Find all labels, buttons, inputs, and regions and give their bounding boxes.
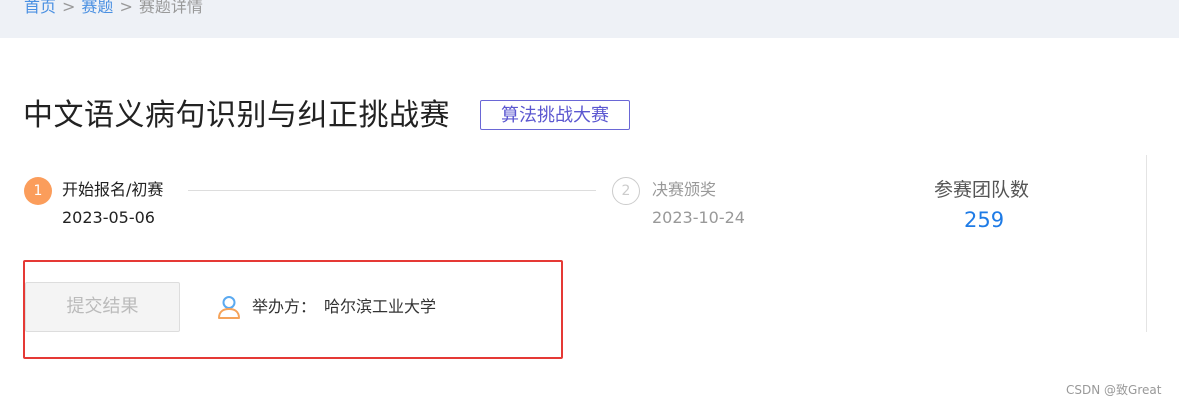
step-1-label: 开始报名/初赛 <box>62 180 164 199</box>
competition-type-tag: 算法挑战大赛 <box>480 100 630 130</box>
team-count-label: 参赛团队数 <box>934 179 1030 201</box>
submit-results-button[interactable]: 提交结果 <box>25 282 180 332</box>
organizer-name: 哈尔滨工业大学 <box>324 297 437 316</box>
breadcrumb-problems-link[interactable]: 赛题 <box>81 0 113 16</box>
breadcrumb-separator: > <box>119 0 133 16</box>
step-connector-line <box>188 190 596 191</box>
breadcrumb-current: 赛题详情 <box>138 0 203 16</box>
team-count-value: 259 <box>964 208 1005 232</box>
breadcrumb: 首页 > 赛题 > 赛题详情 <box>24 0 203 18</box>
page-title: 中文语义病句识别与纠正挑战赛 <box>23 98 450 133</box>
step-1-date: 2023-05-06 <box>62 208 155 227</box>
user-icon <box>218 296 240 319</box>
breadcrumb-separator: > <box>62 0 76 16</box>
vertical-divider <box>1146 155 1147 332</box>
step-2-date: 2023-10-24 <box>652 208 745 227</box>
step-2-label: 决赛颁奖 <box>652 180 717 199</box>
step-1-indicator: 1 <box>24 177 52 205</box>
watermark: CSDN @致Great <box>1066 383 1162 397</box>
step-2-indicator: 2 <box>612 177 640 205</box>
top-bar: 首页 > 赛题 > 赛题详情 <box>0 0 1179 38</box>
breadcrumb-home-link[interactable]: 首页 <box>24 0 56 16</box>
organizer-label: 举办方： <box>252 297 317 316</box>
